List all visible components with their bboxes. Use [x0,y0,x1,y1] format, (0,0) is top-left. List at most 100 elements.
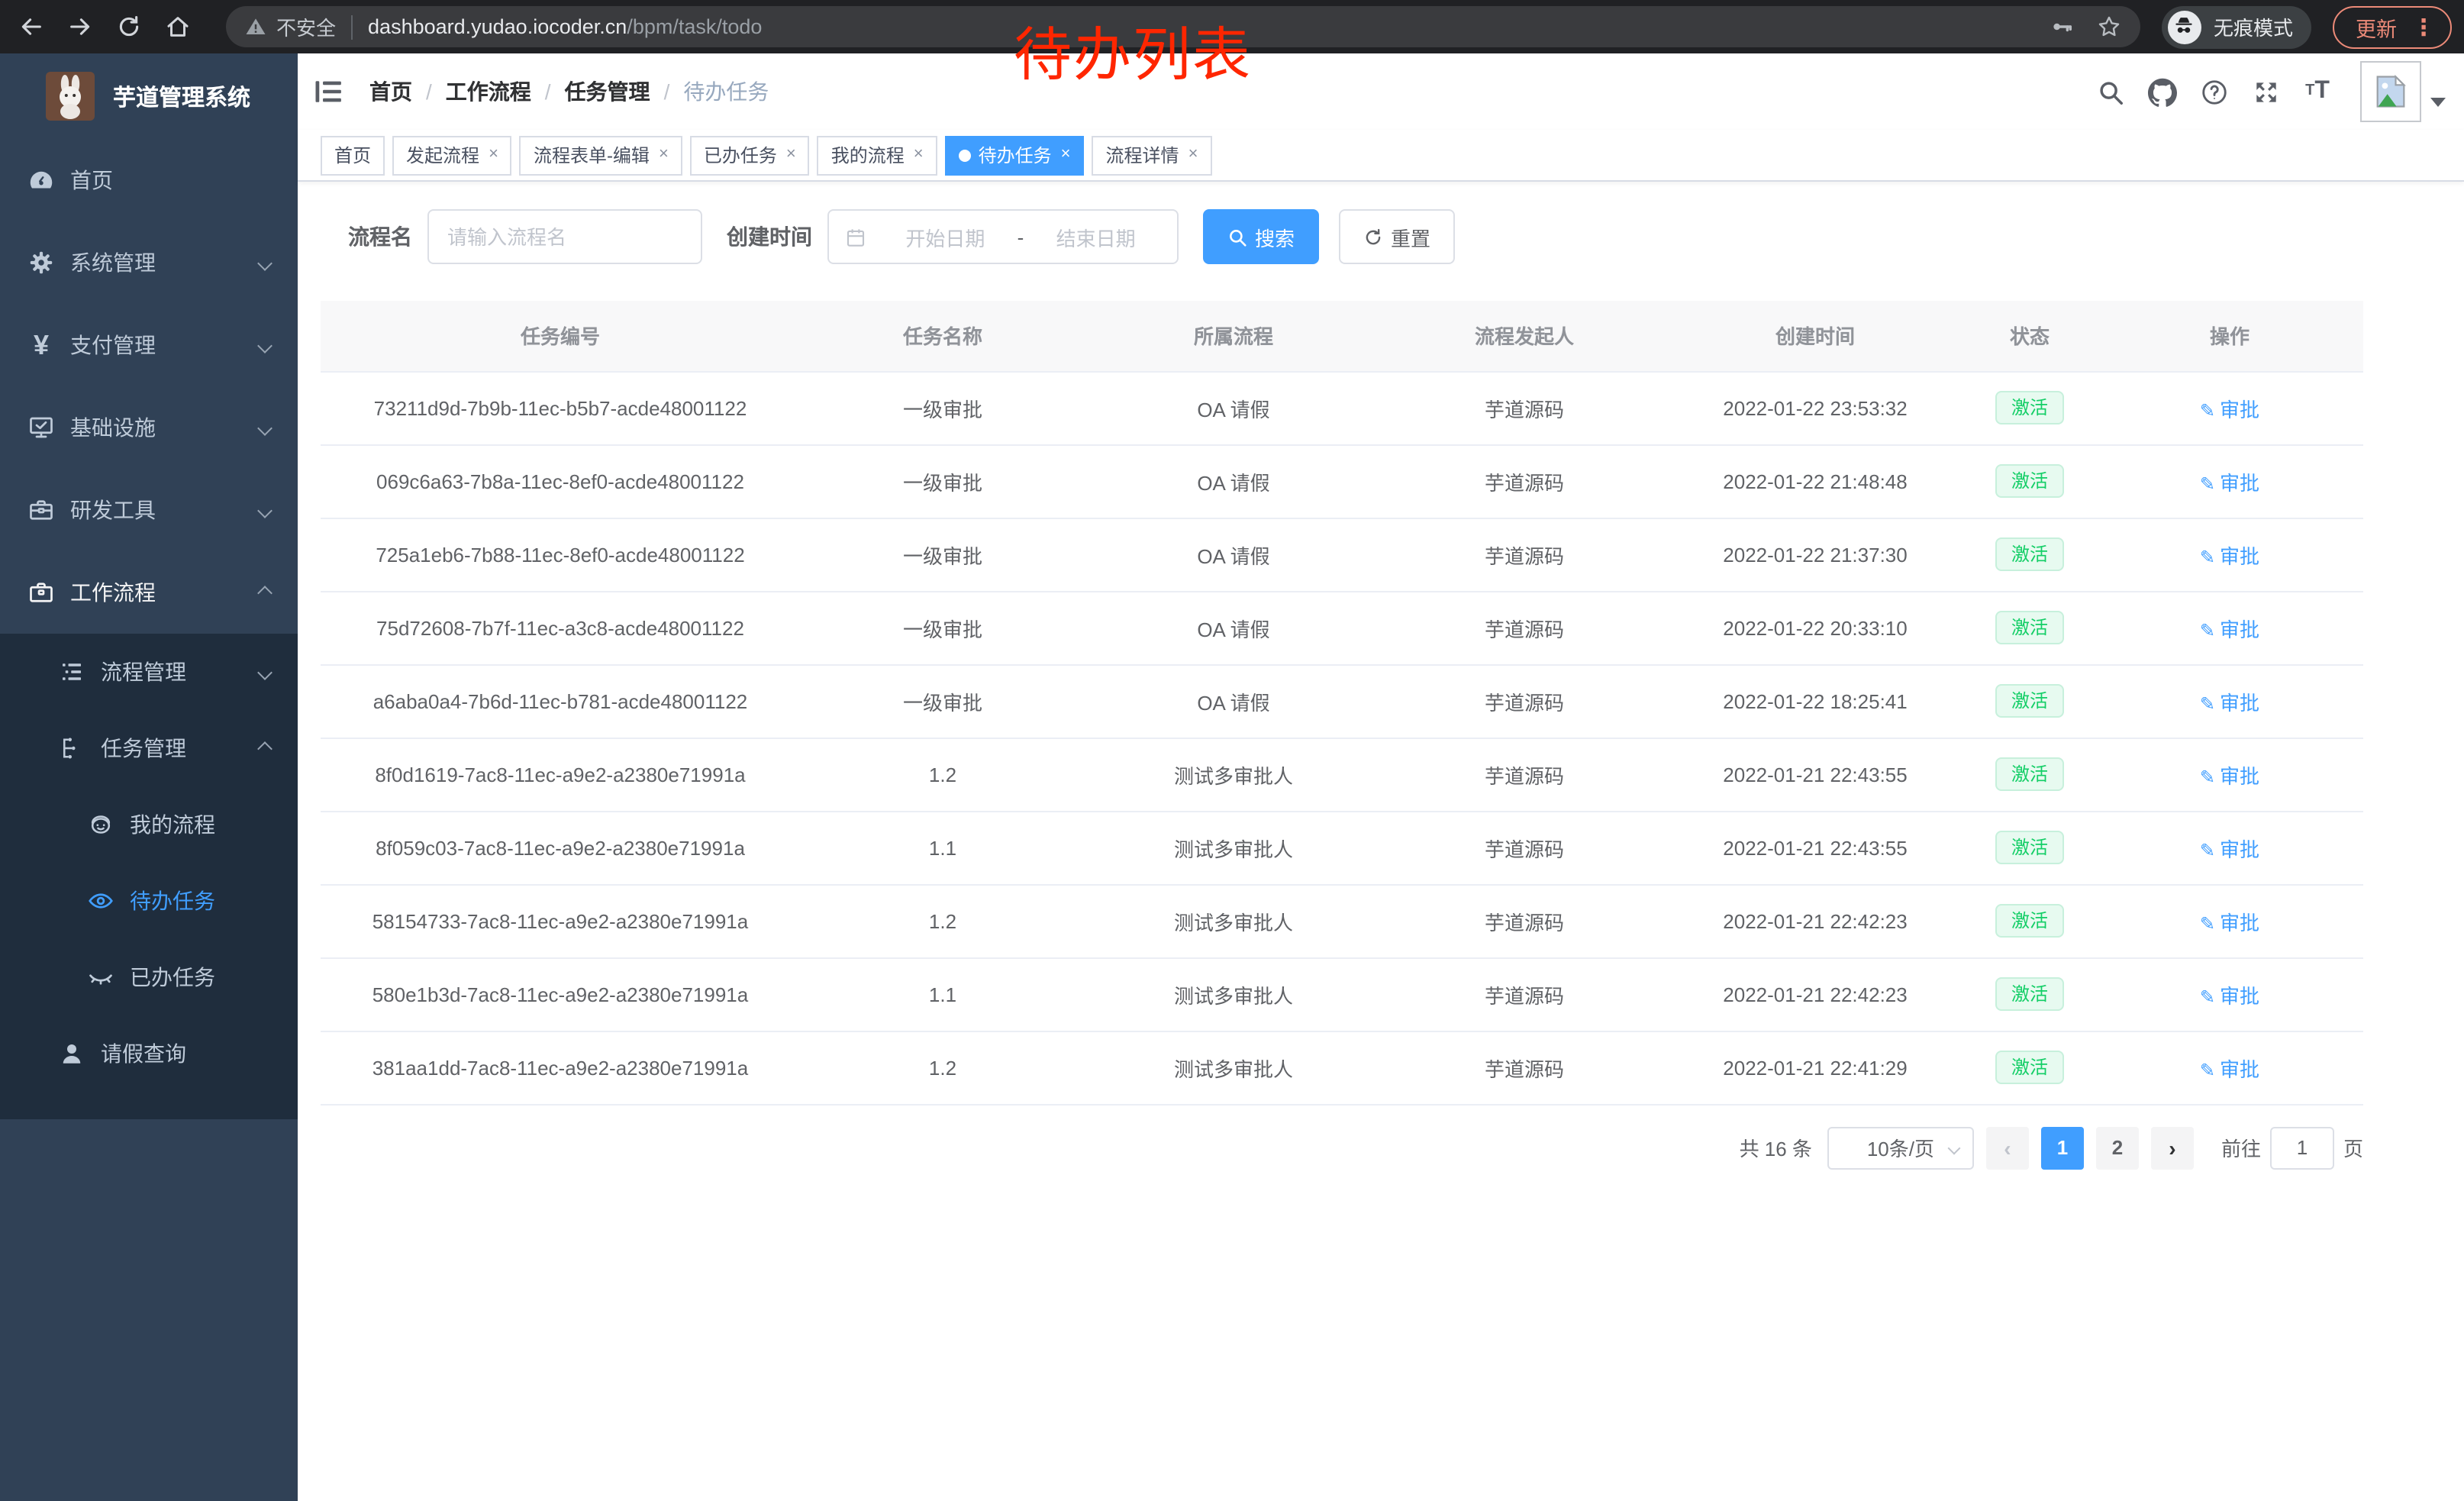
sidebar-logo-row[interactable]: 芋道管理系统 [0,53,298,139]
approve-link[interactable]: ✎审批 [2200,764,2259,787]
task-table: 任务编号 任务名称 所属流程 流程发起人 创建时间 状态 操作 73211d9d… [321,301,2363,1105]
approve-link[interactable]: ✎审批 [2200,691,2259,714]
sidebar-item-home[interactable]: 首页 [0,139,298,221]
goto-page-input[interactable] [2270,1126,2334,1169]
close-icon[interactable]: × [1188,147,1198,163]
tab-process-detail[interactable]: 流程详情× [1092,135,1212,175]
cell-create-time: 2022-01-22 21:37:30 [1667,518,1963,591]
sidebar-item-done-task[interactable]: 已办任务 [0,939,298,1015]
col-status: 状态 [1963,301,2096,371]
browser-forward-icon[interactable] [64,11,95,42]
close-icon[interactable]: × [659,147,669,163]
next-page-button[interactable]: › [2151,1126,2194,1169]
header-search-icon[interactable] [2095,76,2125,107]
prev-page-button[interactable]: ‹ [1986,1126,2029,1169]
key-icon[interactable] [2049,14,2075,40]
page-button-1[interactable]: 1 [2041,1126,2084,1169]
browser-reload-icon[interactable] [113,11,144,42]
approve-link[interactable]: ✎审批 [2200,398,2259,421]
approve-link[interactable]: ✎审批 [2200,1057,2259,1080]
tab-my-process[interactable]: 我的流程× [818,135,937,175]
breadcrumb-home[interactable]: 首页 [369,76,412,107]
search-button[interactable]: 搜索 [1203,209,1319,264]
page-size-select[interactable]: 10条/页 [1827,1126,1974,1169]
url-path[interactable]: /bpm/task/todo [627,15,762,38]
cell-task-id: 58154733-7ac8-11ec-a9e2-a2380e71991a [321,884,800,957]
table-row: 75d72608-7b7f-11ec-a3c8-acde48001122 一级审… [321,591,2363,664]
approve-link[interactable]: ✎审批 [2200,618,2259,641]
sidebar-item-pay[interactable]: ¥ 支付管理 [0,304,298,386]
sidebar-item-label: 研发工具 [70,495,156,525]
sidebar-item-tool[interactable]: 研发工具 [0,469,298,551]
cell-create-time: 2022-01-22 20:33:10 [1667,591,1963,664]
date-range-picker[interactable]: 开始日期 - 结束日期 [827,209,1179,264]
font-size-icon[interactable]: TT [2302,76,2333,107]
update-label[interactable]: 更新 [2356,11,2397,42]
approve-link[interactable]: ✎审批 [2200,838,2259,860]
close-icon[interactable]: × [489,147,498,163]
cell-task-id: 725a1eb6-7b88-11ec-8ef0-acde48001122 [321,518,800,591]
security-warning-icon[interactable] [244,15,267,38]
cell-process: 测试多审批人 [1085,738,1382,811]
reset-button[interactable]: 重置 [1339,209,1455,264]
tab-done-task[interactable]: 已办任务× [690,135,810,175]
tab-todo-task[interactable]: 待办任务× [945,135,1085,175]
close-icon[interactable]: × [1061,147,1071,163]
tab-form-edit[interactable]: 流程表单-编辑× [520,135,682,175]
cell-initiator: 芋道源码 [1382,518,1667,591]
col-initiator: 流程发起人 [1382,301,1667,371]
browser-menu-icon[interactable]: ⋮ [2412,13,2435,40]
sidebar-item-process-mgmt[interactable]: 流程管理 [0,634,298,710]
cell-task-id: 069c6a63-7b8a-11ec-8ef0-acde48001122 [321,444,800,518]
start-date-placeholder[interactable]: 开始日期 [879,222,1011,251]
page-button-2[interactable]: 2 [2096,1126,2139,1169]
user-icon [58,1040,85,1067]
cell-create-time: 2022-01-21 22:41:29 [1667,1031,1963,1104]
sidebar-item-todo-task[interactable]: 待办任务 [0,863,298,939]
fullscreen-icon[interactable] [2250,76,2281,107]
close-icon[interactable]: × [914,147,924,163]
edit-icon: ✎ [2200,839,2215,860]
avatar-caret-icon[interactable] [2430,98,2446,107]
github-icon[interactable] [2146,76,2177,107]
url-host[interactable]: dashboard.yudao.iocoder.cn [368,15,627,38]
sidebar-collapse-icon[interactable] [311,75,345,108]
breadcrumb-workflow[interactable]: 工作流程 [446,76,531,107]
col-create-time: 创建时间 [1667,301,1963,371]
approve-link[interactable]: ✎审批 [2200,544,2259,567]
browser-update-button[interactable]: 更新 ⋮ [2333,5,2452,48]
col-task-id: 任务编号 [321,301,800,371]
end-date-placeholder[interactable]: 结束日期 [1030,222,1162,251]
bookmark-star-icon[interactable] [2096,14,2122,40]
cell-initiator: 芋道源码 [1382,738,1667,811]
process-name-input[interactable] [447,225,682,248]
browser-back-icon[interactable] [15,11,46,42]
browser-home-icon[interactable] [162,11,192,42]
sidebar-item-system[interactable]: 系统管理 [0,221,298,304]
process-name-field[interactable] [427,209,702,264]
tab-start-process[interactable]: 发起流程× [392,135,512,175]
security-label[interactable]: 不安全 [276,12,336,41]
close-icon[interactable]: × [786,147,796,163]
sidebar-item-infra[interactable]: 基础设施 [0,386,298,469]
status-badge: 激活 [1996,684,2063,718]
approve-link[interactable]: ✎审批 [2200,471,2259,494]
range-separator: - [1011,225,1030,248]
help-icon[interactable] [2198,76,2229,107]
sidebar-item-leave-query[interactable]: 请假查询 [0,1015,298,1092]
avatar[interactable] [2360,61,2421,122]
cell-process: OA 请假 [1085,444,1382,518]
breadcrumb-task-mgmt[interactable]: 任务管理 [565,76,650,107]
approve-link[interactable]: ✎审批 [2200,911,2259,934]
sidebar-item-task-mgmt[interactable]: 任务管理 [0,710,298,786]
table-row: 580e1b3d-7ac8-11ec-a9e2-a2380e71991a 1.1… [321,957,2363,1031]
sidebar-item-my-process[interactable]: 我的流程 [0,786,298,863]
cell-task-id: 73211d9d-7b9b-11ec-b5b7-acde48001122 [321,371,800,444]
cell-task-id: a6aba0a4-7b6d-11ec-b781-acde48001122 [321,664,800,738]
tab-home[interactable]: 首页 [321,135,385,175]
cell-task-id: 75d72608-7b7f-11ec-a3c8-acde48001122 [321,591,800,664]
sidebar-item-workflow[interactable]: 工作流程 [0,551,298,634]
approve-link[interactable]: ✎审批 [2200,984,2259,1007]
app-title: 芋道管理系统 [113,80,250,112]
edit-icon: ✎ [2200,1059,2215,1080]
